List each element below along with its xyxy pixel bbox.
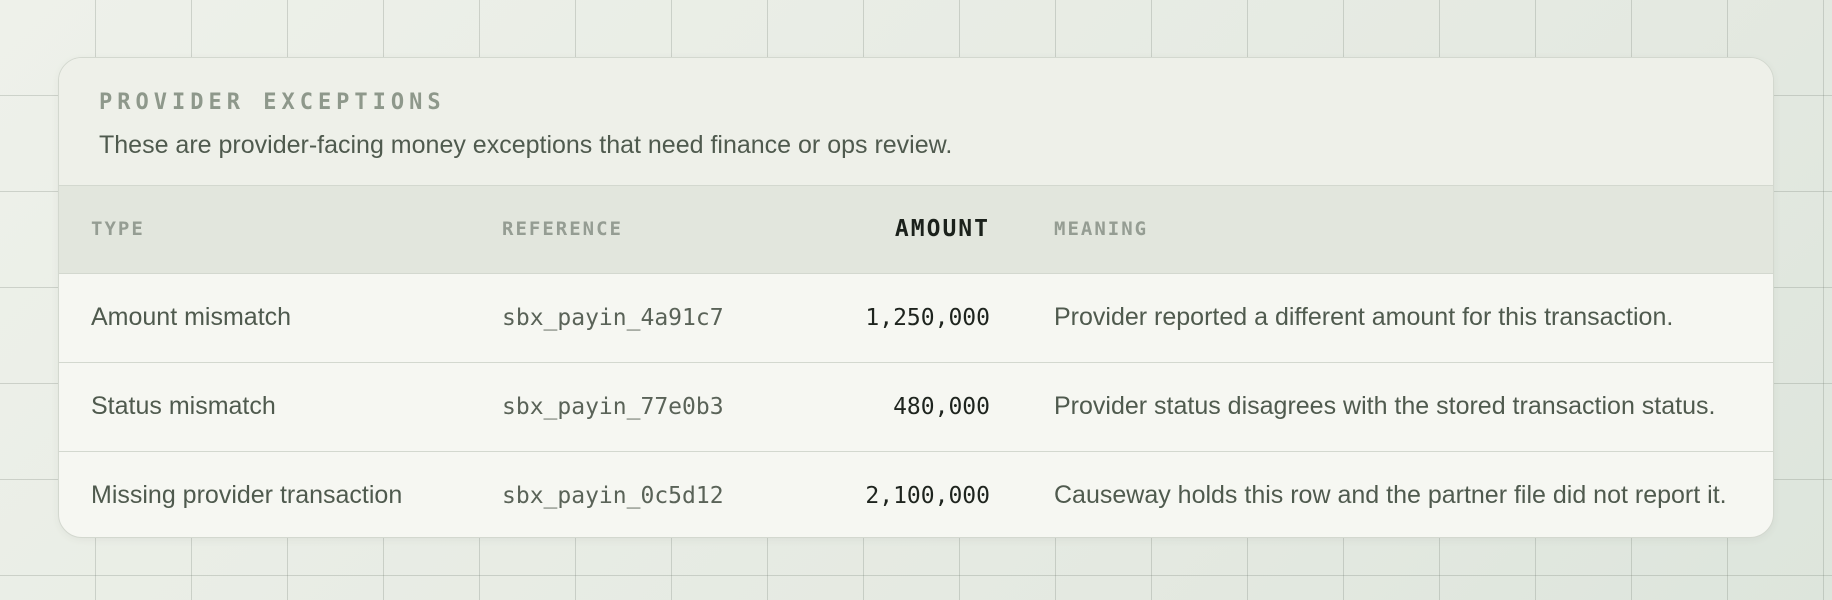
column-header-type[interactable]: TYPE [91,186,502,274]
provider-exceptions-card: PROVIDER EXCEPTIONS These are provider-f… [58,57,1774,538]
section-description: These are provider-facing money exceptio… [99,131,953,159]
payin-reference: sbx_payin_77e0b3 [502,361,724,451]
column-header-meaning[interactable]: MEANING [1054,186,1773,274]
exception-amount: 480,000 [702,361,990,451]
payin-reference: sbx_payin_0c5d12 [502,450,724,537]
exception-meaning: Provider reported a different amount for… [1054,303,1674,331]
column-header-reference[interactable]: REFERENCE [502,186,702,274]
table-row[interactable]: Status mismatch sbx_payin_77e0b3 480,000… [59,361,1773,451]
card-header: PROVIDER EXCEPTIONS These are provider-f… [59,58,1773,186]
exception-amount: 1,250,000 [865,304,990,331]
payin-reference: sbx_payin_4a91c7 [502,304,724,331]
exception-type: Missing provider transaction [91,450,502,537]
table-header-row: TYPE REFERENCE AMOUNT MEANING [59,186,1773,274]
table-row[interactable]: Amount mismatch sbx_payin_4a91c7 1,250,0… [59,273,1773,362]
exception-meaning: Causeway holds this row and the partner … [1054,450,1773,537]
exception-meaning: Provider status disagrees with the store… [1054,361,1773,451]
column-header-amount[interactable]: AMOUNT [702,186,990,274]
exceptions-table: TYPE REFERENCE AMOUNT MEANING Amount mis… [59,186,1773,537]
exception-amount: 2,100,000 [702,450,990,537]
exception-type: Status mismatch [91,361,502,451]
table-row[interactable]: Missing provider transaction sbx_payin_0… [59,450,1773,537]
section-eyebrow: PROVIDER EXCEPTIONS [99,90,446,115]
exception-type: Amount mismatch [91,303,292,331]
